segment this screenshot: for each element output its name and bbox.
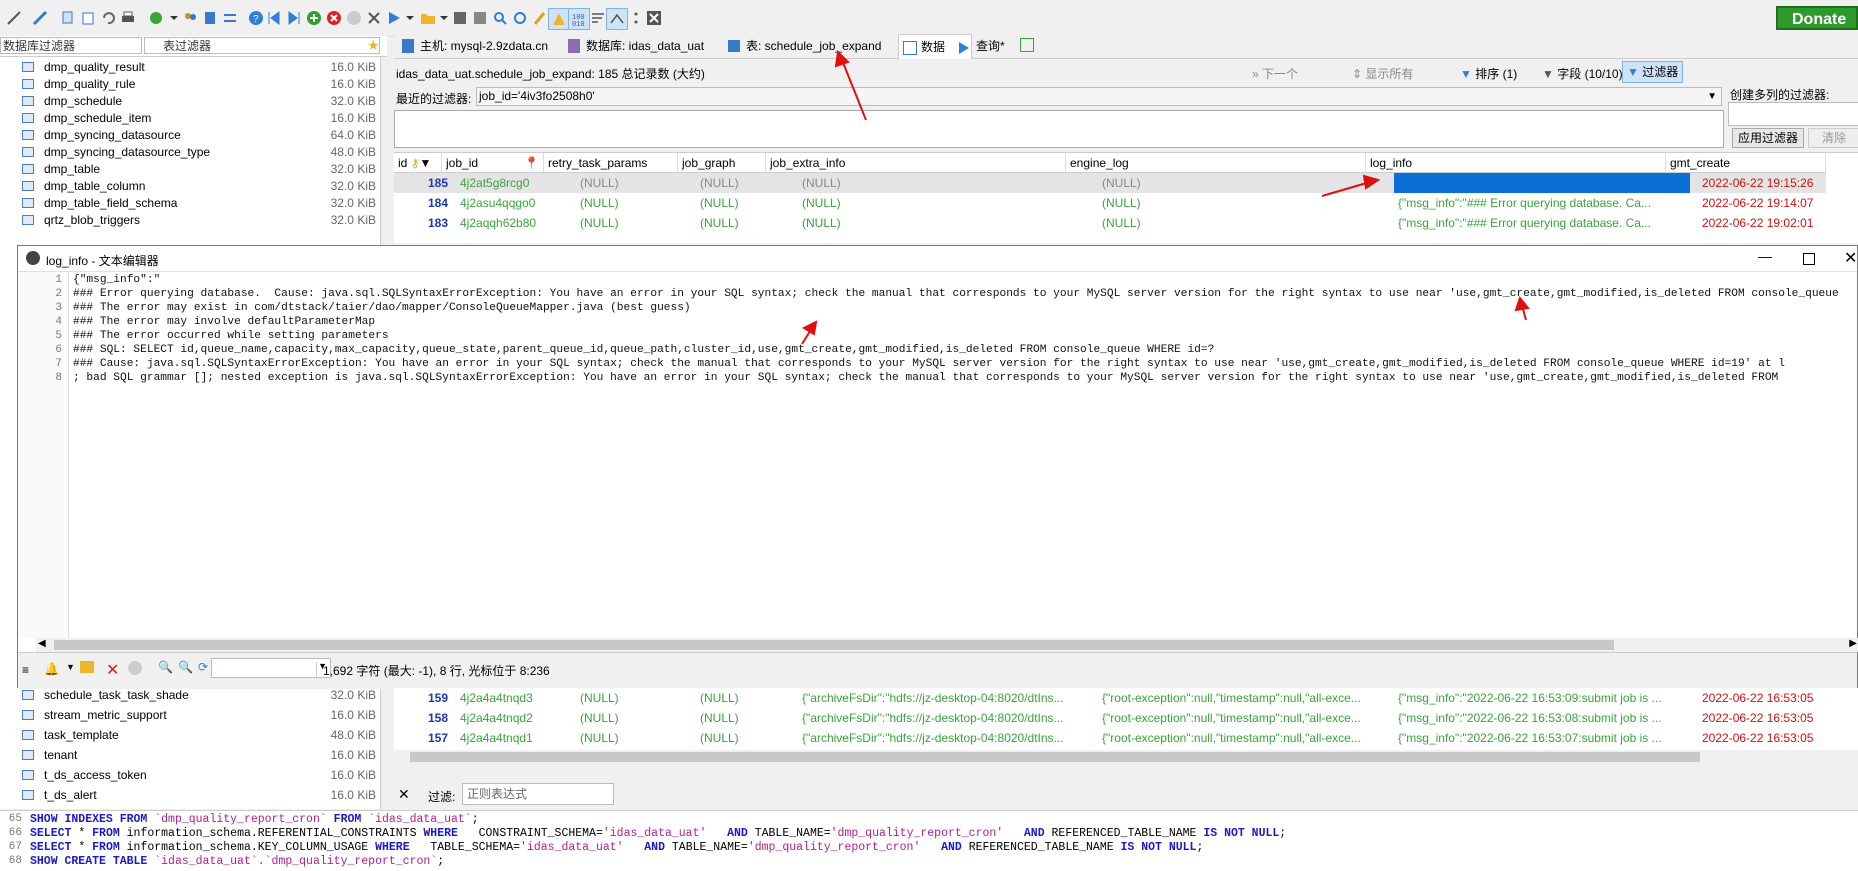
annotation-arrows bbox=[801, 49, 1530, 345]
